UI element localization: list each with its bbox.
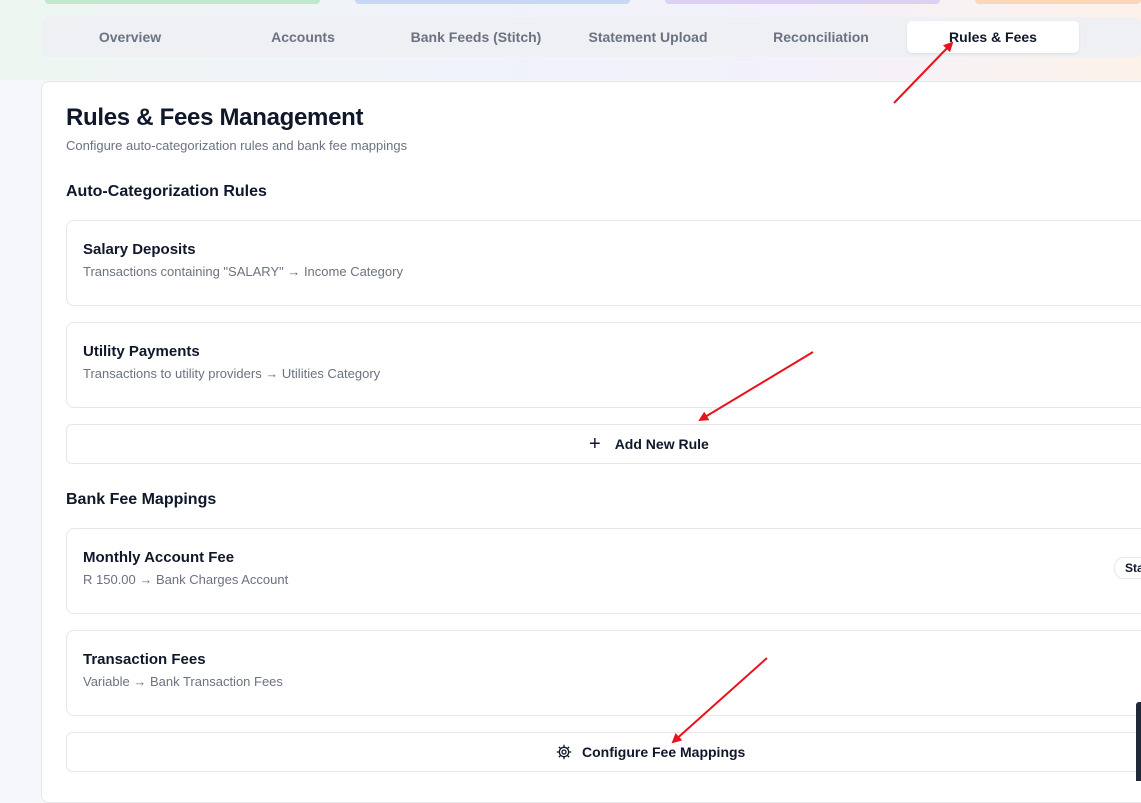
configure-fee-mappings-label: Configure Fee Mappings <box>582 744 746 760</box>
window-edge <box>1136 702 1141 781</box>
gear-icon <box>556 744 572 760</box>
tab-statement-upload[interactable]: Statement Upload <box>562 21 734 53</box>
auto-categorization-heading: Auto-Categorization Rules <box>66 183 267 200</box>
tab-bar: Overview Accounts Bank Feeds (Stitch) St… <box>42 17 1141 57</box>
add-new-rule-button[interactable]: + Add New Rule <box>66 424 1141 464</box>
fee-description: R 150.00 → Bank Charges Account <box>83 572 289 587</box>
rule-name: Utility Payments <box>83 343 200 360</box>
top-accent-strip <box>975 0 1141 4</box>
fee-item-transaction-fees[interactable]: Transaction Fees Variable → Bank Transac… <box>66 630 1141 716</box>
rule-item-salary-deposits[interactable]: Salary Deposits Transactions containing … <box>66 220 1141 306</box>
top-accent-strip <box>45 0 320 4</box>
fee-name: Transaction Fees <box>83 651 206 668</box>
tab-reconciliation[interactable]: Reconciliation <box>735 21 907 53</box>
tab-accounts[interactable]: Accounts <box>217 21 389 53</box>
top-accent-strip <box>355 0 630 4</box>
fee-item-monthly-account-fee[interactable]: Monthly Account Fee R 150.00 → Bank Char… <box>66 528 1141 614</box>
rule-description: Transactions to utility providers → Util… <box>83 366 381 381</box>
rule-description: Transactions containing "SALARY" → Incom… <box>83 264 403 279</box>
bank-fee-mappings-heading: Bank Fee Mappings <box>66 491 217 508</box>
status-badge: Sta <box>1114 557 1141 579</box>
fee-description: Variable → Bank Transaction Fees <box>83 674 283 689</box>
rule-item-utility-payments[interactable]: Utility Payments Transactions to utility… <box>66 322 1141 408</box>
fee-name: Monthly Account Fee <box>83 549 235 566</box>
page-subtitle: Configure auto-categorization rules and … <box>66 138 408 153</box>
page-title: Rules & Fees Management <box>66 104 364 131</box>
tab-overview[interactable]: Overview <box>44 21 216 53</box>
top-accent-strip <box>665 0 940 4</box>
plus-icon: + <box>589 433 601 455</box>
tab-rules-fees[interactable]: Rules & Fees <box>907 21 1079 53</box>
configure-fee-mappings-button[interactable]: Configure Fee Mappings <box>66 732 1141 772</box>
add-new-rule-label: Add New Rule <box>614 436 709 452</box>
tab-bank-feeds[interactable]: Bank Feeds (Stitch) <box>390 21 562 53</box>
rule-name: Salary Deposits <box>83 241 196 258</box>
